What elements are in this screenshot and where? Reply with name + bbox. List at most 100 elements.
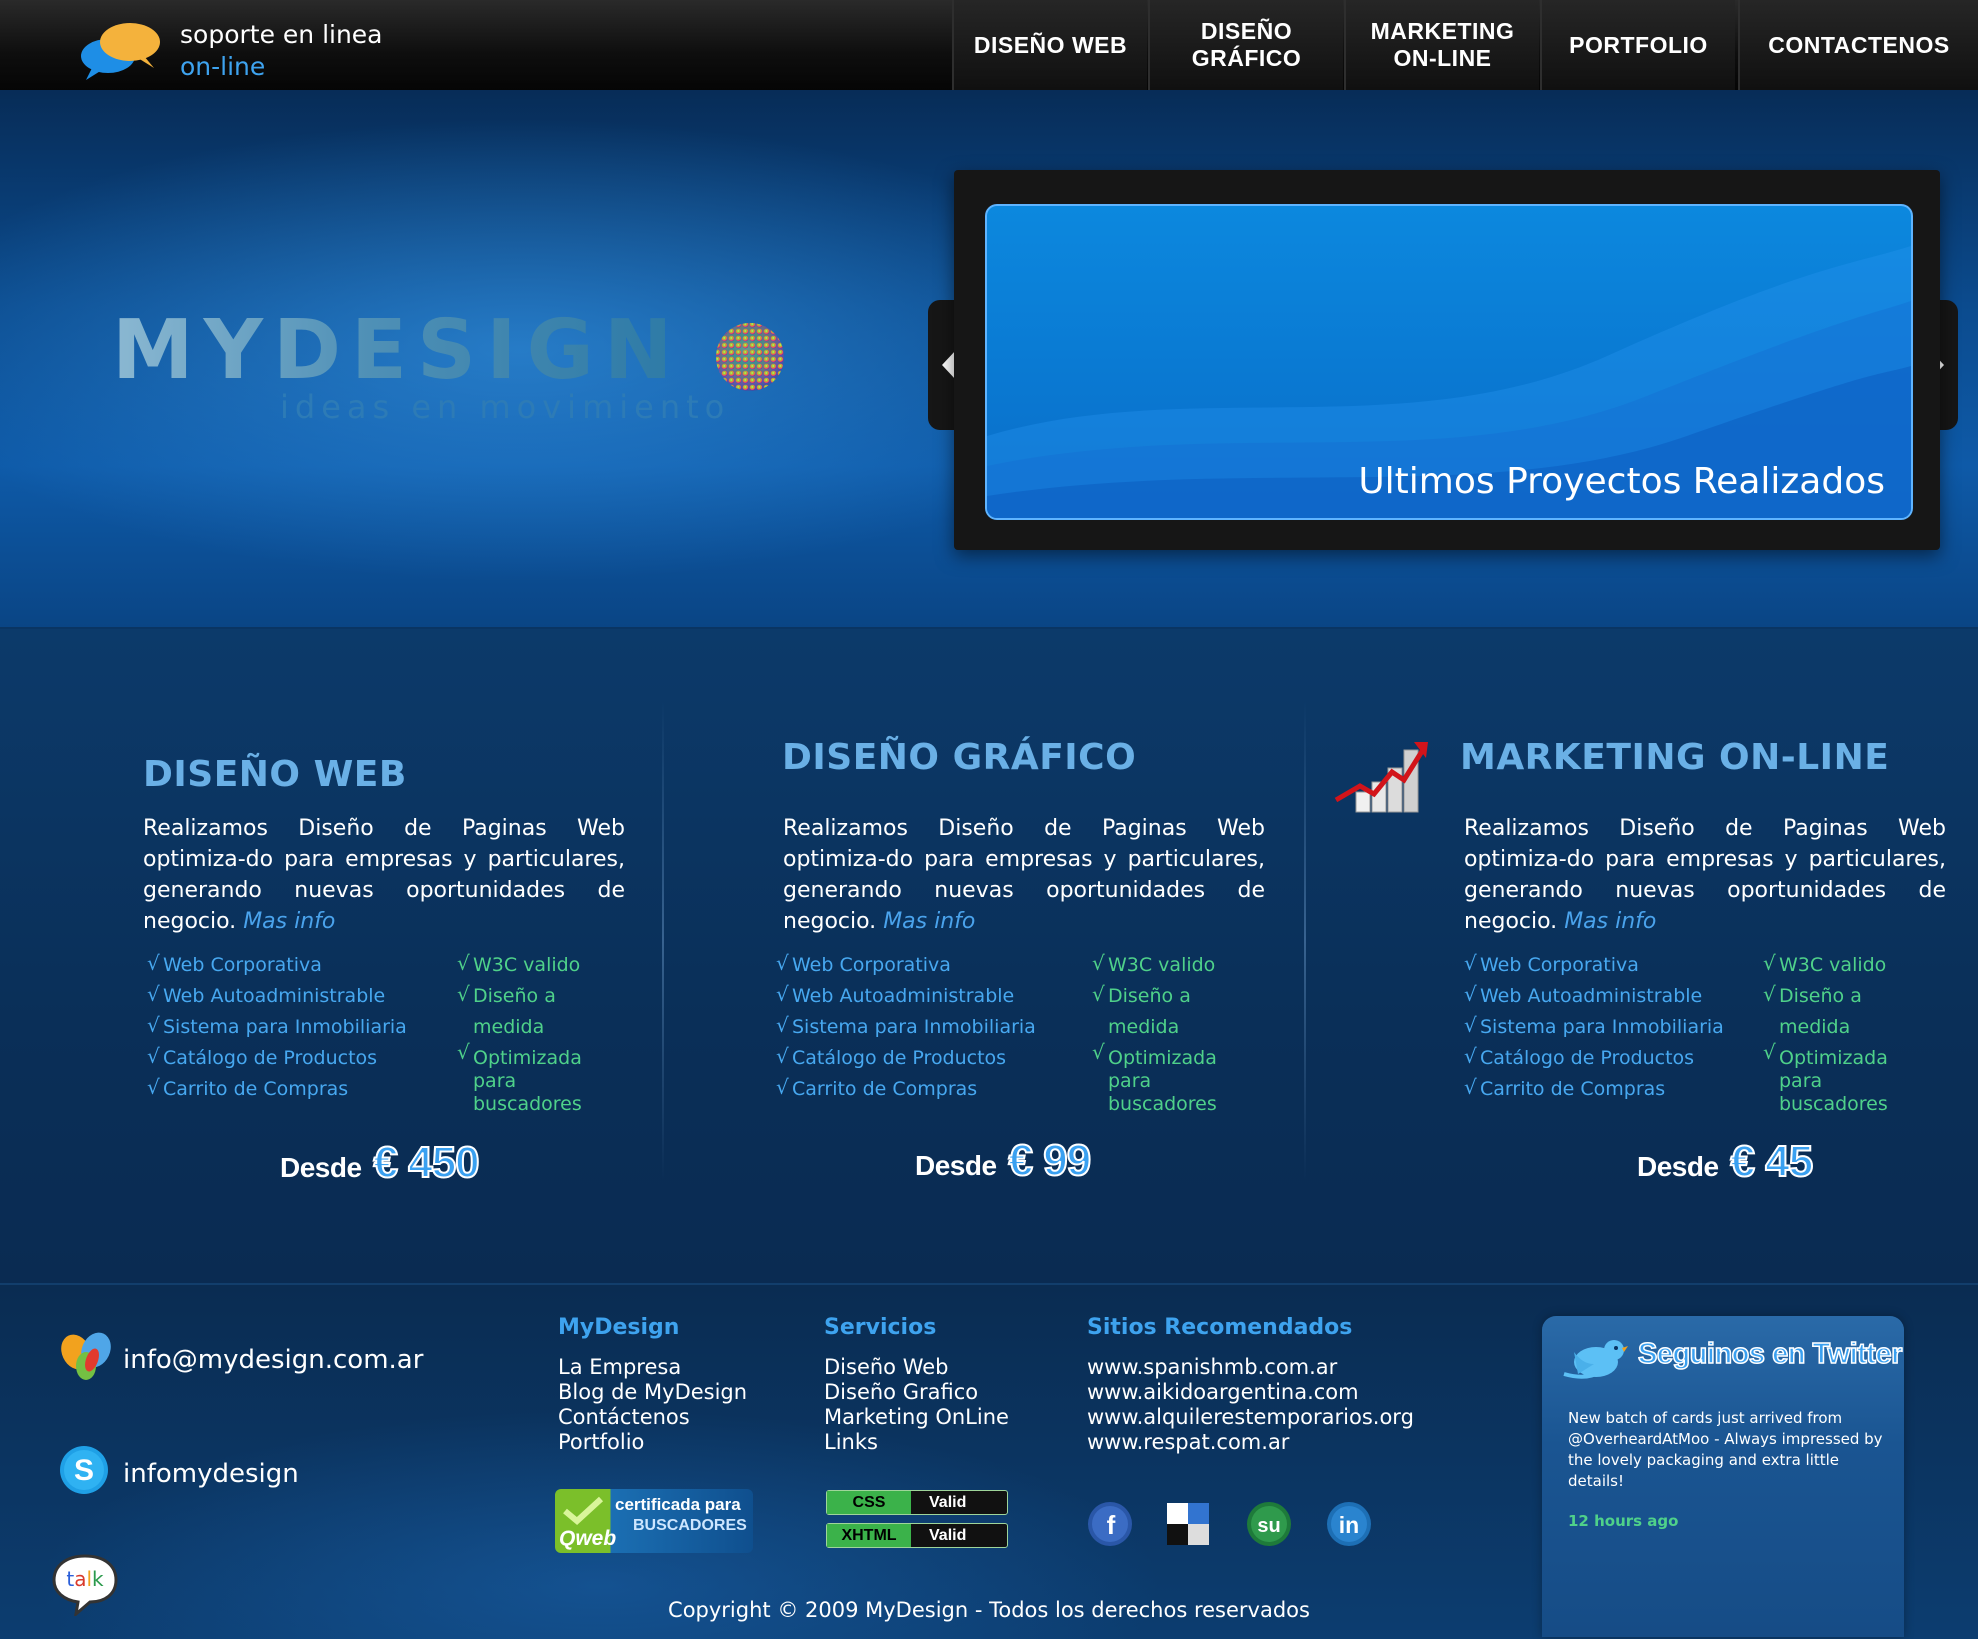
facebook-icon[interactable]: f (1087, 1501, 1133, 1547)
feature-item: Web Corporativa (1464, 948, 1724, 981)
price-label: Desde (915, 1150, 997, 1181)
feature-list: Web Corporativa Web Autoadministrable Si… (147, 948, 407, 1105)
column-divider (662, 700, 664, 1180)
feature-item: Catálogo de Productos (1464, 1041, 1724, 1074)
more-info-link[interactable]: Mas info (1564, 909, 1656, 934)
footer-link[interactable]: Portfolio (558, 1430, 747, 1455)
talk-icon-label: talk (66, 1567, 104, 1591)
feature-item: Web Autoadministrable (776, 979, 1036, 1012)
skype-icon: S (60, 1446, 108, 1494)
skype-username[interactable]: infomydesign (123, 1459, 299, 1489)
column-divider (1304, 700, 1306, 1180)
service-title-marketing-online[interactable]: MARKETING ON-LINE (1460, 737, 1889, 778)
delicious-icon[interactable] (1165, 1501, 1211, 1547)
nav-diseno-web[interactable]: DISEÑO WEB (952, 0, 1147, 90)
stumbleupon-icon[interactable]: su (1246, 1501, 1292, 1547)
extra-item: W3C valido (457, 948, 627, 981)
chat-bubbles-icon[interactable] (80, 18, 162, 82)
project-slider[interactable]: Ultimos Proyectos Realizados (985, 204, 1913, 520)
feature-item: Sistema para Inmobiliaria (1464, 1010, 1724, 1043)
footer-link[interactable]: Links (824, 1430, 1009, 1455)
top-bar: soporte en linea on-line DISEÑO WEB DISE… (0, 0, 1978, 91)
twitter-bird-icon (1563, 1340, 1628, 1379)
nav-contactenos[interactable]: CONTACTENOS (1738, 0, 1978, 90)
logo-dot-sphere-icon (716, 323, 784, 391)
footer-links-mydesign: La Empresa Blog de MyDesign Contáctenos … (558, 1355, 747, 1455)
linkedin-icon[interactable]: in (1326, 1501, 1372, 1547)
seo-badge-brand: Qweb (559, 1527, 617, 1550)
twitter-widget: Seguinos en Twitter New batch of cards j… (1542, 1316, 1904, 1637)
footer-link[interactable]: Contáctenos (558, 1405, 747, 1430)
footer-links-sitios: www.spanishmb.com.ar www.aikidoargentina… (1087, 1355, 1414, 1455)
seo-certified-badge[interactable]: Qweb certificada para BUSCADORES (555, 1489, 753, 1553)
footer-col-title-servicios: Servicios (824, 1315, 937, 1340)
extras-list: W3C valido Diseño a medida Optimizada pa… (457, 948, 627, 1116)
extras-list: W3C valido Diseño a medida Optimizada pa… (1763, 948, 1933, 1116)
price-label: Desde (280, 1152, 362, 1183)
feature-item: Sistema para Inmobiliaria (147, 1010, 407, 1043)
tweet-timestamp[interactable]: 12 hours ago (1568, 1512, 1678, 1530)
nav-marketing-online[interactable]: MARKETING ON-LINE (1344, 0, 1539, 90)
price-value: € 450 (373, 1137, 481, 1188)
price-value: € 45 (1730, 1136, 1815, 1187)
footer-link[interactable]: www.spanishmb.com.ar (1087, 1355, 1414, 1380)
xhtml-valid-badge[interactable]: XHTML Valid (826, 1523, 1008, 1548)
xhtml-badge-label: XHTML (827, 1524, 911, 1547)
service-title-diseno-web[interactable]: DISEÑO WEB (143, 754, 407, 795)
feature-item: Carrito de Compras (1464, 1072, 1724, 1105)
service-description-text: Realizamos Diseño de Paginas Web optimiz… (143, 816, 625, 934)
nav-portfolio[interactable]: PORTFOLIO (1540, 0, 1735, 90)
nav-diseno-grafico[interactable]: DISEÑO GRÁFICO (1148, 0, 1343, 90)
feature-item: Web Autoadministrable (147, 979, 407, 1012)
growth-chart-icon (1334, 742, 1428, 813)
price-row: Desde € 99 (915, 1135, 1093, 1186)
email-link[interactable]: info@mydesign.com.ar (123, 1345, 423, 1375)
feature-item: Catálogo de Productos (776, 1041, 1036, 1074)
slider-caption: Ultimos Proyectos Realizados (1358, 461, 1885, 502)
css-badge-status: Valid (929, 1494, 967, 1511)
footer-link[interactable]: Diseño Grafico (824, 1380, 1009, 1405)
svg-text:su: su (1257, 1515, 1280, 1537)
service-description-text: Realizamos Diseño de Paginas Web optimiz… (783, 816, 1265, 934)
feature-item: Web Autoadministrable (1464, 979, 1724, 1012)
msn-butterfly-icon (61, 1332, 111, 1380)
extra-item: W3C valido (1092, 948, 1262, 981)
feature-list: Web Corporativa Web Autoadministrable Si… (776, 948, 1036, 1105)
footer-link[interactable]: La Empresa (558, 1355, 747, 1380)
extra-item: Optimizada para buscadores (1763, 1041, 1933, 1116)
footer-link[interactable]: Marketing OnLine (824, 1405, 1009, 1430)
extra-item: Diseño a medida (1763, 979, 1933, 1043)
footer-link[interactable]: Blog de MyDesign (558, 1380, 747, 1405)
extra-item: Diseño a medida (1092, 979, 1262, 1043)
seo-badge-line1: certificada para (615, 1495, 741, 1514)
price-value: € 99 (1008, 1135, 1093, 1186)
footer-link[interactable]: www.respat.com.ar (1087, 1430, 1414, 1455)
feature-item: Catálogo de Productos (147, 1041, 407, 1074)
service-description: Realizamos Diseño de Paginas Web optimiz… (1464, 813, 1946, 937)
extra-item: Optimizada para buscadores (457, 1041, 627, 1116)
extra-item: Optimizada para buscadores (1092, 1041, 1262, 1116)
footer-col-title-mydesign: MyDesign (558, 1315, 680, 1340)
svg-text:in: in (1339, 1512, 1359, 1538)
logo-tagline: ideas en movimiento (280, 388, 731, 426)
tweet-text: New batch of cards just arrived from @Ov… (1568, 1409, 1883, 1490)
twitter-follow-title[interactable]: Seguinos en Twitter (1637, 1337, 1903, 1371)
xhtml-badge-status: Valid (929, 1527, 967, 1544)
footer-link[interactable]: www.aikidoargentina.com (1087, 1380, 1414, 1405)
extras-list: W3C valido Diseño a medida Optimizada pa… (1092, 948, 1262, 1116)
footer-link[interactable]: Diseño Web (824, 1355, 1009, 1380)
support-online-link[interactable]: on-line (180, 52, 265, 81)
logo-wordmark[interactable]: MYDESIGN (112, 310, 683, 392)
feature-item: Carrito de Compras (147, 1072, 407, 1105)
service-title-diseno-grafico[interactable]: DISEÑO GRÁFICO (782, 737, 1136, 778)
more-info-link[interactable]: Mas info (243, 909, 335, 934)
css-valid-badge[interactable]: CSS Valid (826, 1490, 1008, 1515)
footer-links-servicios: Diseño Web Diseño Grafico Marketing OnLi… (824, 1355, 1009, 1455)
footer-col-title-sitios: Sitios Recomendados (1087, 1315, 1353, 1340)
service-description: Realizamos Diseño de Paginas Web optimiz… (783, 813, 1265, 937)
svg-text:f: f (1107, 1510, 1116, 1540)
footer-link[interactable]: www.alquilerestemporarios.org (1087, 1405, 1414, 1430)
price-row: Desde € 450 (280, 1137, 481, 1188)
checkmark-icon (563, 1496, 604, 1525)
more-info-link[interactable]: Mas info (883, 909, 975, 934)
